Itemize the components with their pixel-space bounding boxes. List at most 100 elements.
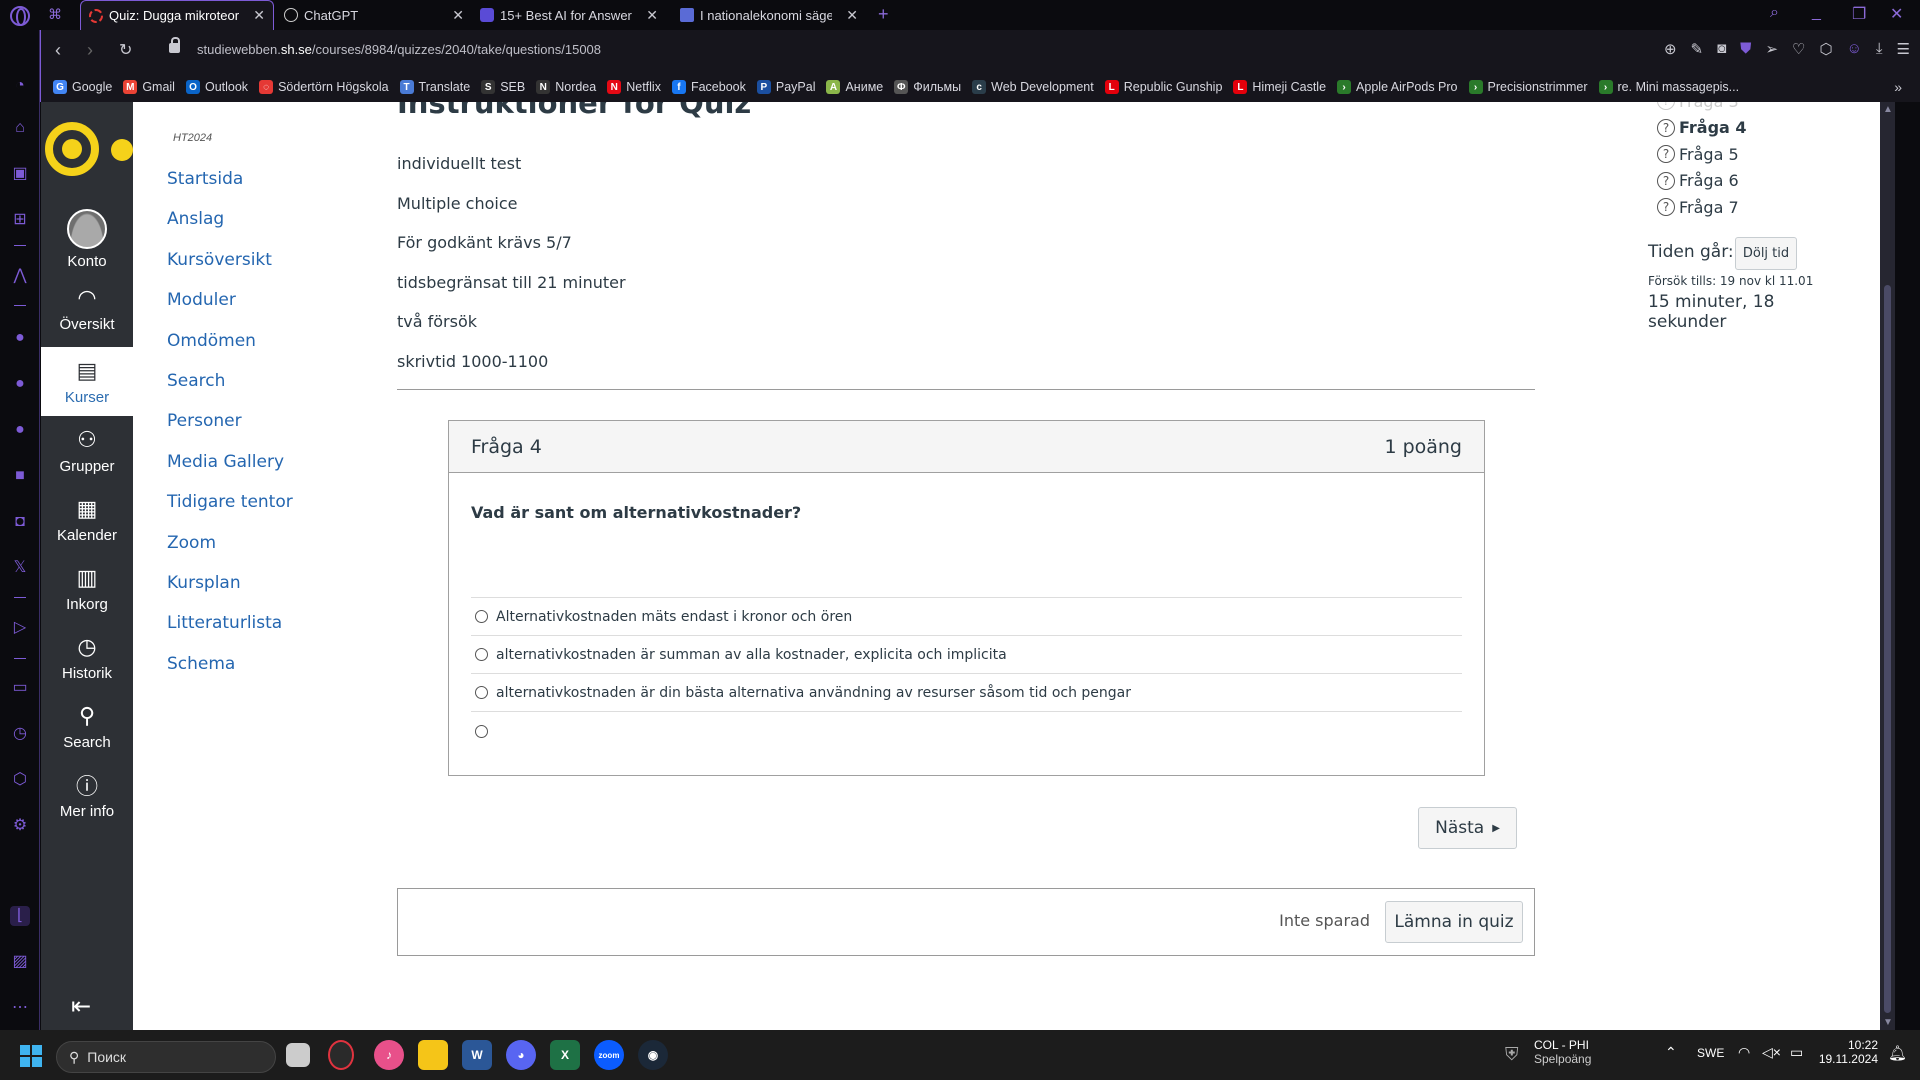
- global-nav-courses[interactable]: ▤ Kurser: [41, 347, 133, 416]
- answer-option[interactable]: [471, 712, 1462, 750]
- tab-quiz[interactable]: Quiz: Dugga mikroteori ✕: [80, 0, 274, 30]
- volume-muted-icon[interactable]: ◁×: [1762, 1044, 1781, 1061]
- close-icon[interactable]: ✕: [846, 7, 858, 24]
- course-nav-anslag[interactable]: Anslag: [167, 208, 293, 248]
- page-scrollbar[interactable]: ▲ ▼: [1880, 102, 1895, 1030]
- bookmark-item[interactable]: N Netflix: [607, 80, 661, 94]
- reload-button[interactable]: ↻: [119, 40, 132, 60]
- edit-icon[interactable]: ✎: [1691, 40, 1704, 58]
- nhl-icon[interactable]: ⛨: [1505, 1044, 1519, 1065]
- next-button[interactable]: Nästa ▶: [1418, 807, 1517, 849]
- bookmark-item[interactable]: G Google: [53, 80, 112, 94]
- bookmarks-overflow-button[interactable]: »: [1894, 79, 1902, 95]
- course-nav-litteraturlista[interactable]: Litteraturlista: [167, 612, 293, 652]
- global-nav-account[interactable]: Konto: [41, 205, 133, 273]
- sidebar-panel-icon[interactable]: ⌊: [10, 906, 30, 926]
- radio-button[interactable]: [475, 610, 488, 623]
- course-nav-kursplan[interactable]: Kursplan: [167, 572, 293, 612]
- bookmark-item[interactable]: ◌ Södertörn Högskola: [259, 80, 389, 94]
- windows-start-icon[interactable]: [20, 1045, 42, 1067]
- history-icon[interactable]: ◷: [10, 724, 30, 744]
- vk-icon[interactable]: ■: [10, 466, 30, 486]
- image-ai-icon[interactable]: ▨: [10, 952, 30, 972]
- tab-chatgpt[interactable]: ChatGPT ✕: [276, 0, 472, 30]
- zoom-app-icon[interactable]: zoom: [594, 1040, 624, 1070]
- search-tabs-icon[interactable]: ⌕: [1770, 4, 1779, 22]
- sports-widget[interactable]: COL - PHI Spelpoäng: [1534, 1038, 1591, 1066]
- zoom-icon[interactable]: ⊕: [1664, 40, 1677, 58]
- answer-option[interactable]: alternativkostnaden är summan av alla ko…: [471, 636, 1462, 674]
- submit-quiz-button[interactable]: Lämna in quiz: [1385, 901, 1523, 943]
- question-link[interactable]: ? Fråga 7: [1657, 194, 1747, 221]
- x-twitter-icon[interactable]: 𝕏: [10, 558, 30, 578]
- course-nav-tidigare-tentor[interactable]: Tidigare tentor: [167, 491, 293, 531]
- word-icon[interactable]: W: [462, 1040, 492, 1070]
- new-tab-button[interactable]: +: [878, 4, 889, 25]
- bookmark-item[interactable]: Ф Фильмы: [894, 80, 961, 94]
- answer-option[interactable]: Alternativkostnaden mäts endast i kronor…: [471, 598, 1462, 636]
- notification-bell-icon[interactable]: 🔔︎: [1888, 1044, 1907, 1062]
- excel-icon[interactable]: X: [550, 1040, 580, 1070]
- opera-taskbar-icon[interactable]: [328, 1040, 354, 1070]
- close-window-button[interactable]: ✕: [1890, 4, 1903, 24]
- course-nav-search[interactable]: Search: [167, 370, 293, 410]
- bookmark-item[interactable]: › Precisionstrimmer: [1468, 80, 1588, 94]
- player-icon[interactable]: ▷: [10, 618, 30, 638]
- cleaner-icon[interactable]: ⌂: [10, 118, 30, 138]
- extensions-cube-icon[interactable]: ⬡: [10, 770, 30, 790]
- bookmark-item[interactable]: A Аниме: [826, 80, 883, 94]
- tab-best-ai[interactable]: 15+ Best AI for Answering ✕: [472, 0, 666, 30]
- course-nav-zoom[interactable]: Zoom: [167, 532, 293, 572]
- itunes-icon[interactable]: ♪: [374, 1040, 404, 1070]
- scroll-thumb[interactable]: [1884, 285, 1891, 1013]
- vpn-shield-icon[interactable]: ⛊: [1740, 40, 1751, 58]
- file-explorer-icon[interactable]: [418, 1040, 448, 1070]
- bookmark-item[interactable]: O Outlook: [185, 80, 248, 94]
- chevron-up-icon[interactable]: ⌃: [1665, 1044, 1677, 1061]
- hide-time-button[interactable]: Dölj tid: [1735, 237, 1797, 270]
- global-nav-calendar[interactable]: ▦ Kalender: [41, 485, 133, 553]
- close-icon[interactable]: ✕: [253, 7, 265, 24]
- settings-icon[interactable]: ⚙: [10, 816, 30, 836]
- heart-icon[interactable]: ♡: [1792, 40, 1805, 58]
- gamepad-icon[interactable]: ⌘: [48, 6, 62, 23]
- language-indicator[interactable]: SWE: [1697, 1046, 1724, 1060]
- task-view-icon[interactable]: [286, 1043, 310, 1067]
- url-field[interactable]: studiewebben.sh.se/courses/8984/quizzes/…: [197, 42, 601, 57]
- course-nav-omdomen[interactable]: Omdömen: [167, 330, 293, 370]
- canvas-logo[interactable]: [43, 120, 133, 180]
- clock[interactable]: 10:22 19.11.2024: [1818, 1038, 1878, 1066]
- more-icon[interactable]: ⋯: [10, 998, 30, 1018]
- course-nav-moduler[interactable]: Moduler: [167, 289, 293, 329]
- taskbar-search[interactable]: ⚲ Поиск: [56, 1041, 276, 1073]
- bookmark-item[interactable]: f Facebook: [671, 80, 746, 94]
- bookmark-item[interactable]: › Apple AirPods Pro: [1337, 80, 1458, 94]
- send-icon[interactable]: ➢: [1765, 40, 1778, 58]
- global-nav-search[interactable]: ⚲ Search: [41, 692, 133, 760]
- radio-button[interactable]: [475, 648, 488, 661]
- question-link[interactable]: ? Fråga 3: [1657, 102, 1747, 115]
- cube-icon[interactable]: ⬡: [1819, 40, 1832, 58]
- discord-icon[interactable]: ◕: [506, 1040, 536, 1070]
- bookmark-item[interactable]: L Himeji Castle: [1233, 80, 1326, 94]
- twitch-icon[interactable]: ▣: [10, 164, 30, 184]
- radio-button[interactable]: [475, 686, 488, 699]
- question-link[interactable]: ? Fråga 4: [1657, 115, 1747, 142]
- course-nav-media-gallery[interactable]: Media Gallery: [167, 451, 293, 491]
- battery-icon[interactable]: ▭: [1790, 1044, 1803, 1061]
- bookmark-item[interactable]: S SEB: [481, 80, 525, 94]
- radio-button[interactable]: [475, 724, 488, 738]
- tab-nationalekonomi[interactable]: I nationalekonomi säger vi ✕: [672, 0, 866, 30]
- question-link[interactable]: ? Fråga 6: [1657, 168, 1747, 195]
- restore-button[interactable]: ❐: [1852, 4, 1866, 24]
- scroll-down-icon[interactable]: ▼: [1883, 1017, 1893, 1028]
- whatsapp-icon[interactable]: ●: [10, 374, 30, 394]
- course-nav-schema[interactable]: Schema: [167, 653, 293, 693]
- global-nav-groups[interactable]: ⚇ Grupper: [41, 416, 133, 484]
- aria-icon[interactable]: ⋀: [10, 266, 30, 286]
- bookmark-item[interactable]: › re. Mini massagepis...: [1598, 80, 1739, 94]
- profile-icon[interactable]: ☺: [1847, 40, 1862, 58]
- global-nav-inbox[interactable]: ▥ Inkorg: [41, 554, 133, 622]
- close-icon[interactable]: ✕: [646, 7, 658, 24]
- opera-logo-icon[interactable]: [10, 6, 30, 26]
